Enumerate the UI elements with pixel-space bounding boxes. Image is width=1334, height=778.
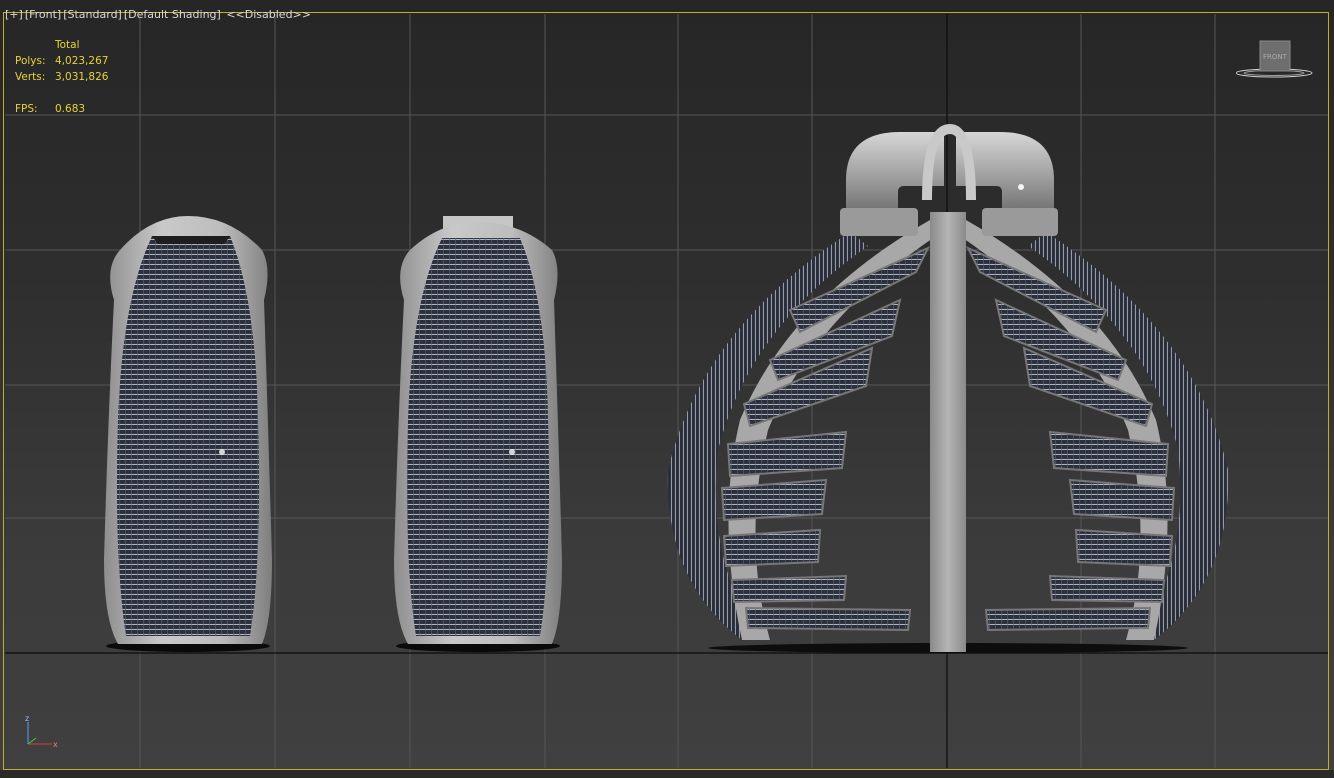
viewcube-face-label[interactable]: FRONT: [1263, 53, 1288, 61]
y-axis-line: [27, 737, 37, 745]
axis-tripod: z x: [22, 712, 62, 752]
viewcube-icon: FRONT: [1235, 40, 1313, 78]
viewport-shading-menu[interactable]: [Default Shading]: [124, 8, 221, 21]
fps-label: FPS:: [15, 103, 38, 115]
polys-value: 4,023,267: [55, 55, 109, 67]
stats-header: Total: [55, 39, 80, 51]
viewport-renderer-menu[interactable]: [Standard]: [63, 8, 122, 21]
viewport-bottom-strip: [0, 770, 1334, 778]
turbine-model-right[interactable]: [667, 124, 1229, 653]
verts-value: 3,031,826: [55, 71, 109, 83]
verts-label: Verts:: [15, 71, 46, 83]
viewport-disabled-label[interactable]: <<Disabled>>: [226, 8, 311, 21]
viewcube[interactable]: FRONT: [1235, 40, 1316, 80]
viewport-plus-menu[interactable]: [+]: [5, 8, 23, 21]
x-axis-label: x: [53, 740, 58, 749]
front-viewport[interactable]: [+] [Front] [Standard] [Default Shading] <<…: [0, 0, 1334, 778]
viewport-label-menu: [+] [Front] [Standard] [Default Shading] <<…: [5, 8, 313, 21]
fps-value: 0.683: [55, 103, 86, 115]
z-axis-label: z: [25, 714, 29, 723]
viewport-scene[interactable]: [0, 0, 1334, 778]
polys-label: Polys:: [15, 55, 46, 67]
tower-model-middle[interactable]: [394, 216, 562, 652]
tower-model-left[interactable]: [104, 216, 272, 652]
viewport-view-menu[interactable]: [Front]: [25, 8, 61, 21]
